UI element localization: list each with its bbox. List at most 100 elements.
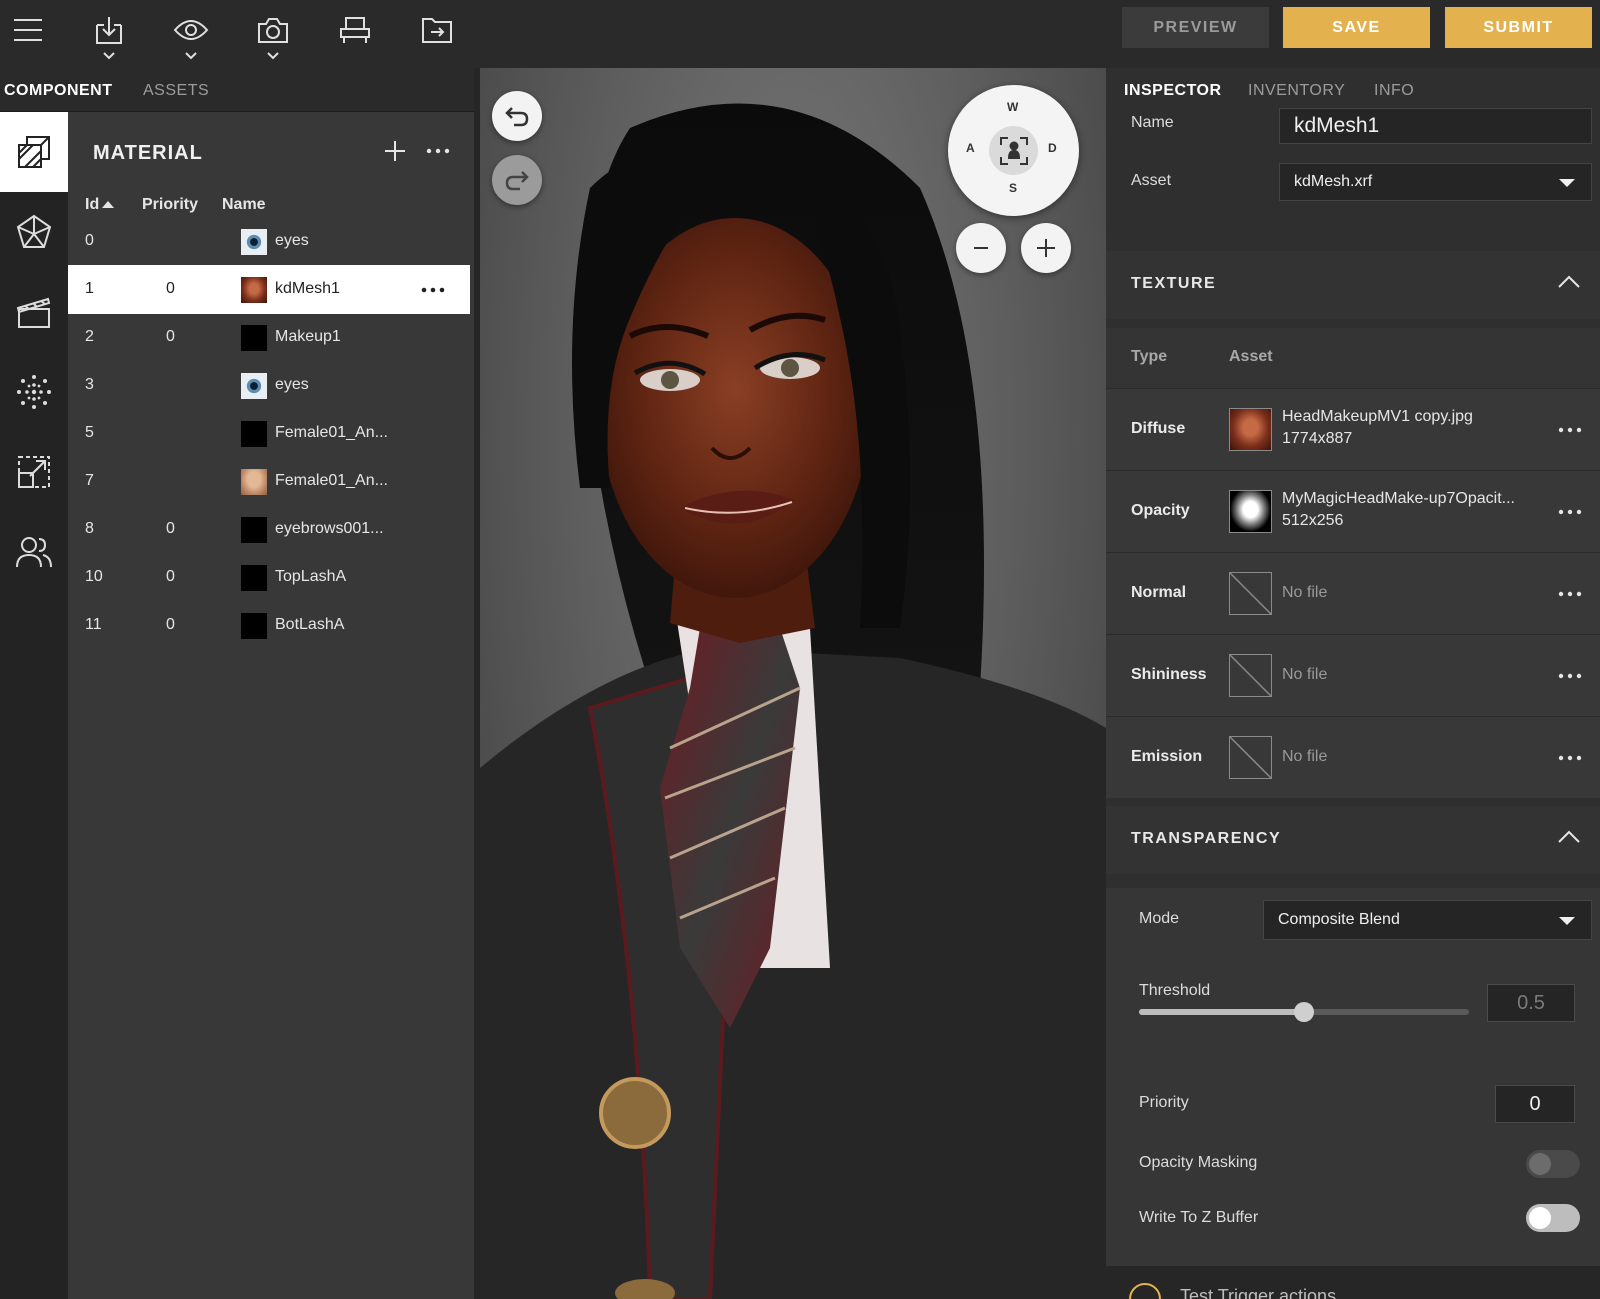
more-icon[interactable] — [1558, 503, 1582, 521]
camera-icon[interactable] — [253, 10, 293, 50]
more-icon[interactable] — [1558, 585, 1582, 603]
texture-row-emission[interactable]: Emission No file — [1106, 716, 1600, 798]
texture-thumbnail[interactable] — [1229, 490, 1272, 533]
texture-row-normal[interactable]: Normal No file — [1106, 552, 1600, 634]
empty-texture-icon[interactable] — [1229, 654, 1272, 697]
material-icon — [18, 136, 50, 168]
sidebar-item-users[interactable] — [0, 512, 68, 592]
empty-texture-icon[interactable] — [1229, 572, 1272, 615]
dropdown-caret-icon — [1559, 917, 1575, 925]
sort-asc-icon — [102, 201, 115, 208]
threshold-slider-fill — [1139, 1009, 1304, 1015]
column-header-priority[interactable]: Priority — [142, 196, 198, 214]
tab-assets[interactable]: ASSETS — [143, 82, 209, 100]
export-icon[interactable] — [417, 10, 457, 50]
thumbnail-black — [241, 325, 267, 351]
compass-d[interactable]: D — [1048, 141, 1057, 155]
users-icon — [16, 537, 52, 568]
compass-a[interactable]: A — [966, 141, 975, 155]
opacity-masking-toggle[interactable] — [1526, 1150, 1580, 1178]
chair-icon[interactable] — [335, 10, 375, 50]
mesh-icon — [16, 214, 52, 248]
table-row[interactable]: 5 Female01_An... — [68, 409, 470, 458]
chevron-down-icon[interactable] — [103, 52, 115, 60]
undo-button[interactable] — [492, 91, 542, 141]
toggle-knob — [1529, 1153, 1551, 1175]
component-sidebar — [0, 112, 68, 1299]
sidebar-item-material[interactable] — [0, 112, 68, 192]
eye-icon[interactable] — [171, 10, 211, 50]
preview-button[interactable]: PREVIEW — [1122, 7, 1269, 48]
tab-component[interactable]: COMPONENT — [4, 82, 113, 100]
thumbnail-eye — [241, 373, 267, 399]
chevron-up-icon[interactable] — [1558, 830, 1580, 844]
row-more-icon[interactable] — [420, 279, 446, 301]
write-z-buffer-label: Write To Z Buffer — [1139, 1209, 1259, 1226]
sidebar-item-particles[interactable] — [0, 352, 68, 432]
compass-s[interactable]: S — [1009, 181, 1017, 195]
test-trigger-bar[interactable]: Test Trigger actions — [1106, 1266, 1600, 1299]
table-row[interactable]: 11 0 BotLashA — [68, 601, 470, 650]
more-icon[interactable] — [1558, 421, 1582, 439]
threshold-label: Threshold — [1139, 982, 1211, 999]
download-icon[interactable] — [89, 10, 129, 50]
texture-section-header[interactable]: TEXTURE — [1106, 251, 1600, 319]
3d-viewport[interactable]: W A S D — [480, 68, 1106, 1299]
name-label: Name — [1131, 114, 1174, 131]
priority-input[interactable]: 0 — [1495, 1085, 1575, 1123]
asset-select[interactable]: kdMesh.xrf — [1279, 163, 1592, 201]
sidebar-item-scale[interactable] — [0, 432, 68, 512]
thumbnail-black — [241, 613, 267, 639]
write-z-buffer-toggle[interactable] — [1526, 1204, 1580, 1232]
compass-w[interactable]: W — [1007, 100, 1018, 114]
column-header-name[interactable]: Name — [222, 196, 266, 214]
mode-select[interactable]: Composite Blend — [1263, 900, 1592, 940]
more-icon[interactable] — [1558, 749, 1582, 767]
threshold-slider[interactable] — [1139, 1002, 1469, 1022]
texture-table-header: Type Asset — [1106, 328, 1600, 388]
name-input[interactable]: kdMesh1 — [1279, 108, 1592, 144]
zoom-out-button[interactable] — [956, 223, 1006, 273]
transparency-section-header[interactable]: TRANSPARENCY — [1106, 806, 1600, 874]
column-header-id[interactable]: Id — [85, 196, 115, 214]
zoom-in-button[interactable] — [1021, 223, 1071, 273]
add-icon[interactable] — [384, 140, 406, 162]
table-row[interactable]: 8 0 eyebrows001... — [68, 505, 470, 554]
table-row-selected[interactable]: 1 0 kdMesh1 — [68, 265, 470, 314]
table-row[interactable]: 3 eyes — [68, 361, 470, 410]
thumbnail-face — [241, 277, 267, 303]
chevron-up-icon[interactable] — [1558, 275, 1580, 289]
threshold-input[interactable]: 0.5 — [1487, 984, 1575, 1022]
empty-texture-icon[interactable] — [1229, 736, 1272, 779]
table-row[interactable]: 2 0 Makeup1 — [68, 313, 470, 362]
focus-person-icon — [999, 136, 1028, 165]
tab-info[interactable]: INFO — [1374, 82, 1414, 100]
table-row[interactable]: 0 eyes — [68, 217, 470, 266]
tab-inventory[interactable]: INVENTORY — [1248, 82, 1345, 100]
table-row[interactable]: 7 Female01_An... — [68, 457, 470, 506]
submit-button[interactable]: SUBMIT — [1445, 7, 1592, 48]
mode-label: Mode — [1139, 910, 1180, 927]
more-icon[interactable] — [1558, 667, 1582, 685]
redo-button[interactable] — [492, 155, 542, 205]
more-icon[interactable] — [426, 140, 450, 162]
thumbnail-skin — [241, 469, 267, 495]
top-toolbar: PREVIEW SAVE SUBMIT — [0, 0, 1600, 68]
texture-row-opacity[interactable]: Opacity MyMagicHeadMake-up7Opacit... 512… — [1106, 470, 1600, 552]
chevron-down-icon[interactable] — [185, 52, 197, 60]
table-row[interactable]: 10 0 TopLashA — [68, 553, 470, 602]
threshold-slider-handle[interactable] — [1294, 1002, 1314, 1022]
tab-inspector[interactable]: INSPECTOR — [1124, 82, 1222, 100]
particles-icon — [17, 375, 51, 409]
opacity-masking-label: Opacity Masking — [1139, 1154, 1258, 1171]
save-button[interactable]: SAVE — [1283, 7, 1430, 48]
texture-row-shininess[interactable]: Shininess No file — [1106, 634, 1600, 716]
texture-row-diffuse[interactable]: Diffuse HeadMakeupMV1 copy.jpg 1774x887 — [1106, 388, 1600, 470]
camera-navigation-compass[interactable]: W A S D — [948, 85, 1079, 216]
texture-thumbnail[interactable] — [1229, 408, 1272, 451]
menu-icon[interactable] — [8, 10, 48, 50]
chevron-down-icon[interactable] — [267, 52, 279, 60]
sidebar-item-animation[interactable] — [0, 272, 68, 352]
sidebar-item-mesh[interactable] — [0, 192, 68, 272]
recenter-button[interactable] — [989, 126, 1038, 175]
